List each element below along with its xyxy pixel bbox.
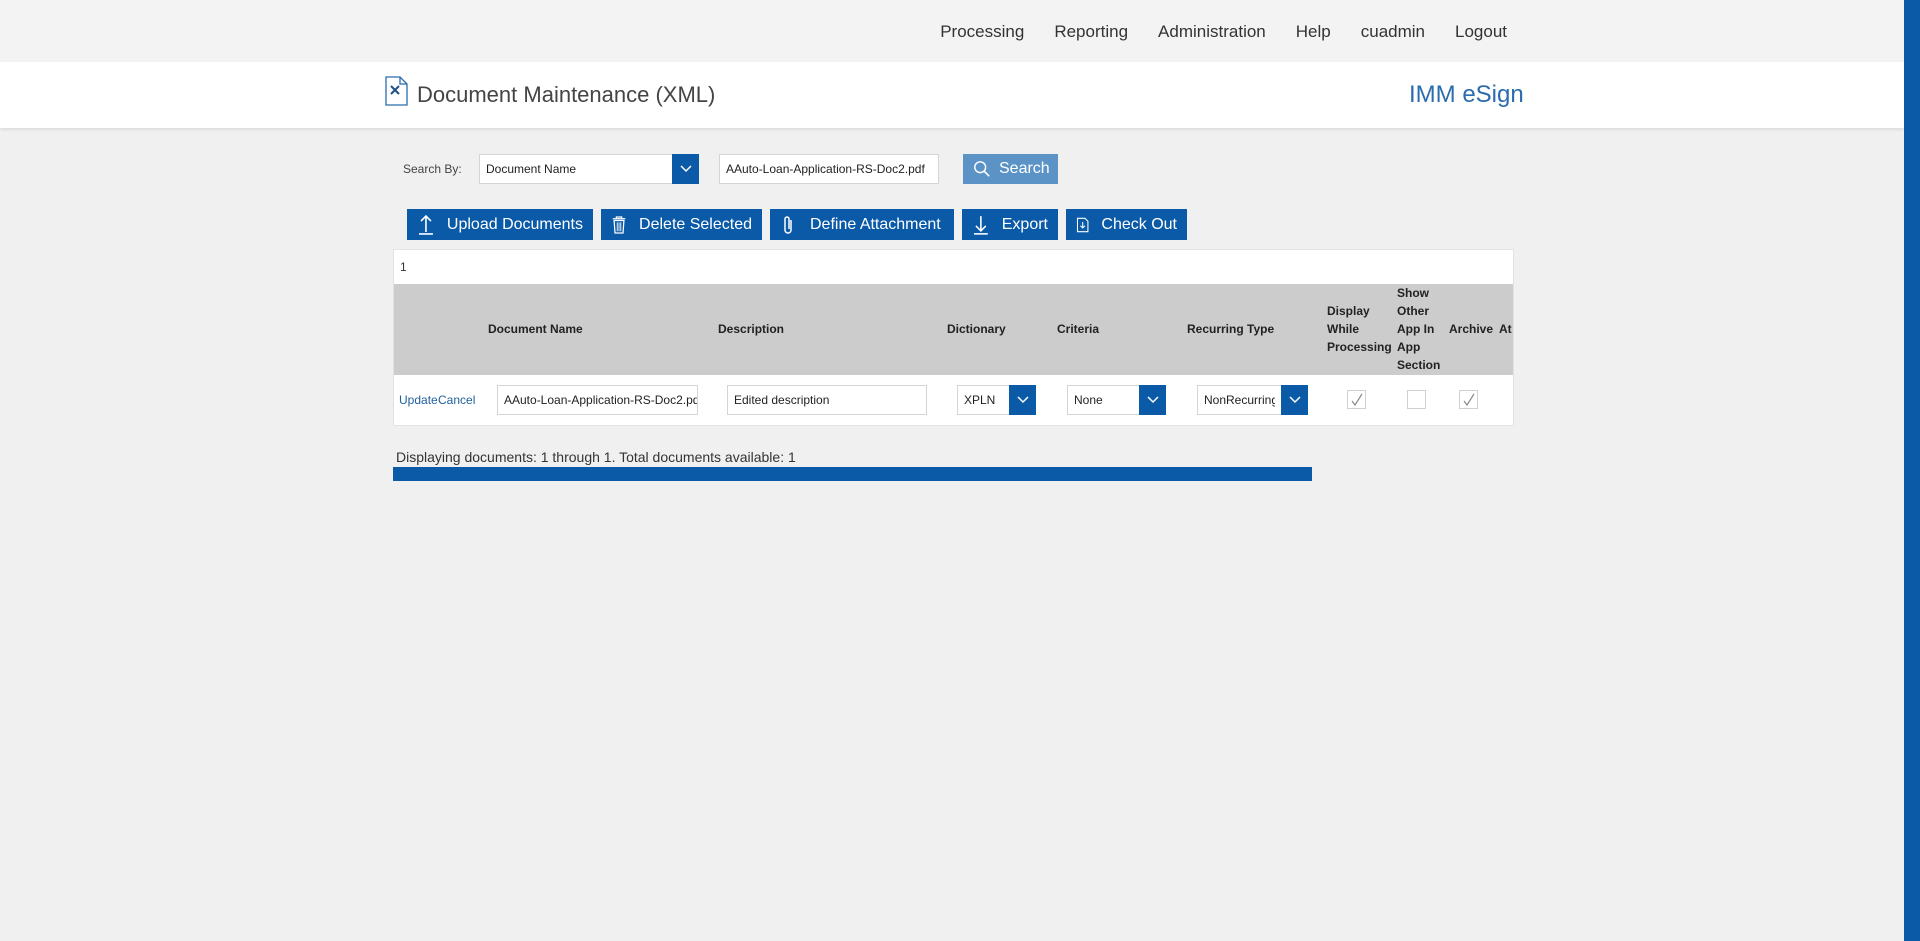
search-button[interactable]: Search — [963, 154, 1058, 184]
update-link[interactable]: Update — [399, 393, 438, 407]
column-truncated: At — [1499, 322, 1512, 336]
column-dictionary[interactable]: Dictionary — [947, 320, 1006, 338]
document-toolbar: Upload Documents Delete Selected Define … — [407, 209, 1187, 240]
check-out-button[interactable]: Check Out — [1066, 209, 1187, 240]
delete-selected-label: Delete Selected — [639, 215, 752, 233]
show-other-app-checkbox[interactable] — [1407, 390, 1426, 409]
recurring-type-value: NonRecurring — [1204, 393, 1275, 407]
upload-icon — [418, 214, 433, 235]
grid-header: Document Name Description Dictionary Cri… — [394, 284, 1513, 375]
column-archive[interactable]: Archive — [1449, 320, 1493, 338]
chevron-down-icon[interactable] — [1281, 385, 1308, 415]
export-label: Export — [1001, 215, 1048, 233]
nav-administration[interactable]: Administration — [1158, 22, 1266, 42]
table-row: Update Cancel AAuto-Loan-Application-RS-… — [394, 375, 1513, 425]
define-attachment-label: Define Attachment — [810, 215, 941, 233]
documents-grid: 1 Document Name Description Dictionary C… — [393, 249, 1514, 426]
brand-name: IMM eSign — [1409, 81, 1524, 108]
top-nav-links: Processing Reporting Administration Help… — [940, 22, 1507, 42]
criteria-value: None — [1074, 393, 1103, 407]
column-criteria[interactable]: Criteria — [1057, 320, 1099, 338]
document-tools-icon — [384, 76, 408, 106]
upload-documents-button[interactable]: Upload Documents — [407, 209, 593, 240]
column-display-while-processing[interactable]: Display While Processing — [1327, 302, 1393, 356]
export-button[interactable]: Export — [962, 209, 1058, 240]
search-by-label: Search By: — [403, 162, 462, 176]
top-navigation: Processing Reporting Administration Help… — [0, 0, 1904, 62]
archive-checkbox[interactable] — [1459, 390, 1478, 409]
chevron-down-icon[interactable] — [1009, 385, 1036, 415]
dictionary-select[interactable]: XPLN — [957, 385, 1036, 415]
description-field[interactable]: Edited description — [727, 385, 927, 415]
checkmark-icon — [1351, 393, 1363, 406]
column-recurring-type[interactable]: Recurring Type — [1187, 320, 1274, 338]
paperclip-icon — [784, 215, 792, 234]
search-icon — [974, 161, 990, 177]
search-field-value: Document Name — [486, 162, 577, 176]
delete-selected-button[interactable]: Delete Selected — [601, 209, 762, 240]
document-name-field[interactable]: AAuto-Loan-Application-RS-Doc2.pdf — [497, 385, 698, 415]
define-attachment-button[interactable]: Define Attachment — [770, 209, 954, 240]
right-edge-bar — [1904, 0, 1920, 941]
footer-progress-bar — [393, 467, 1312, 481]
checkout-document-icon — [1076, 217, 1089, 232]
upload-documents-label: Upload Documents — [446, 215, 583, 233]
column-description[interactable]: Description — [718, 320, 784, 338]
trash-icon — [612, 215, 626, 234]
nav-processing[interactable]: Processing — [940, 22, 1024, 42]
column-show-other-app[interactable]: Show Other App In App Section — [1397, 284, 1445, 374]
column-document-name[interactable]: Document Name — [488, 320, 583, 338]
page-number[interactable]: 1 — [400, 260, 407, 274]
nav-reporting[interactable]: Reporting — [1054, 22, 1128, 42]
check-out-label: Check Out — [1101, 215, 1177, 233]
checkmark-icon — [1463, 393, 1475, 406]
cancel-link[interactable]: Cancel — [438, 393, 475, 407]
records-status: Displaying documents: 1 through 1. Total… — [396, 449, 796, 465]
nav-logout[interactable]: Logout — [1455, 22, 1507, 42]
search-button-label: Search — [999, 160, 1050, 177]
title-bar: Document Maintenance (XML) IMM eSign — [0, 62, 1904, 128]
dictionary-value: XPLN — [964, 393, 996, 407]
chevron-down-icon[interactable] — [672, 154, 699, 184]
criteria-select[interactable]: None — [1067, 385, 1166, 415]
download-icon — [973, 215, 988, 235]
nav-user[interactable]: cuadmin — [1361, 22, 1425, 42]
search-field-select[interactable]: Document Name — [479, 154, 699, 184]
search-input[interactable]: AAuto-Loan-Application-RS-Doc2.pdf — [719, 154, 939, 184]
recurring-type-select[interactable]: NonRecurring — [1197, 385, 1308, 415]
nav-help[interactable]: Help — [1296, 22, 1331, 42]
display-while-processing-checkbox[interactable] — [1347, 390, 1366, 409]
page-title: Document Maintenance (XML) — [417, 82, 716, 107]
chevron-down-icon[interactable] — [1139, 385, 1166, 415]
